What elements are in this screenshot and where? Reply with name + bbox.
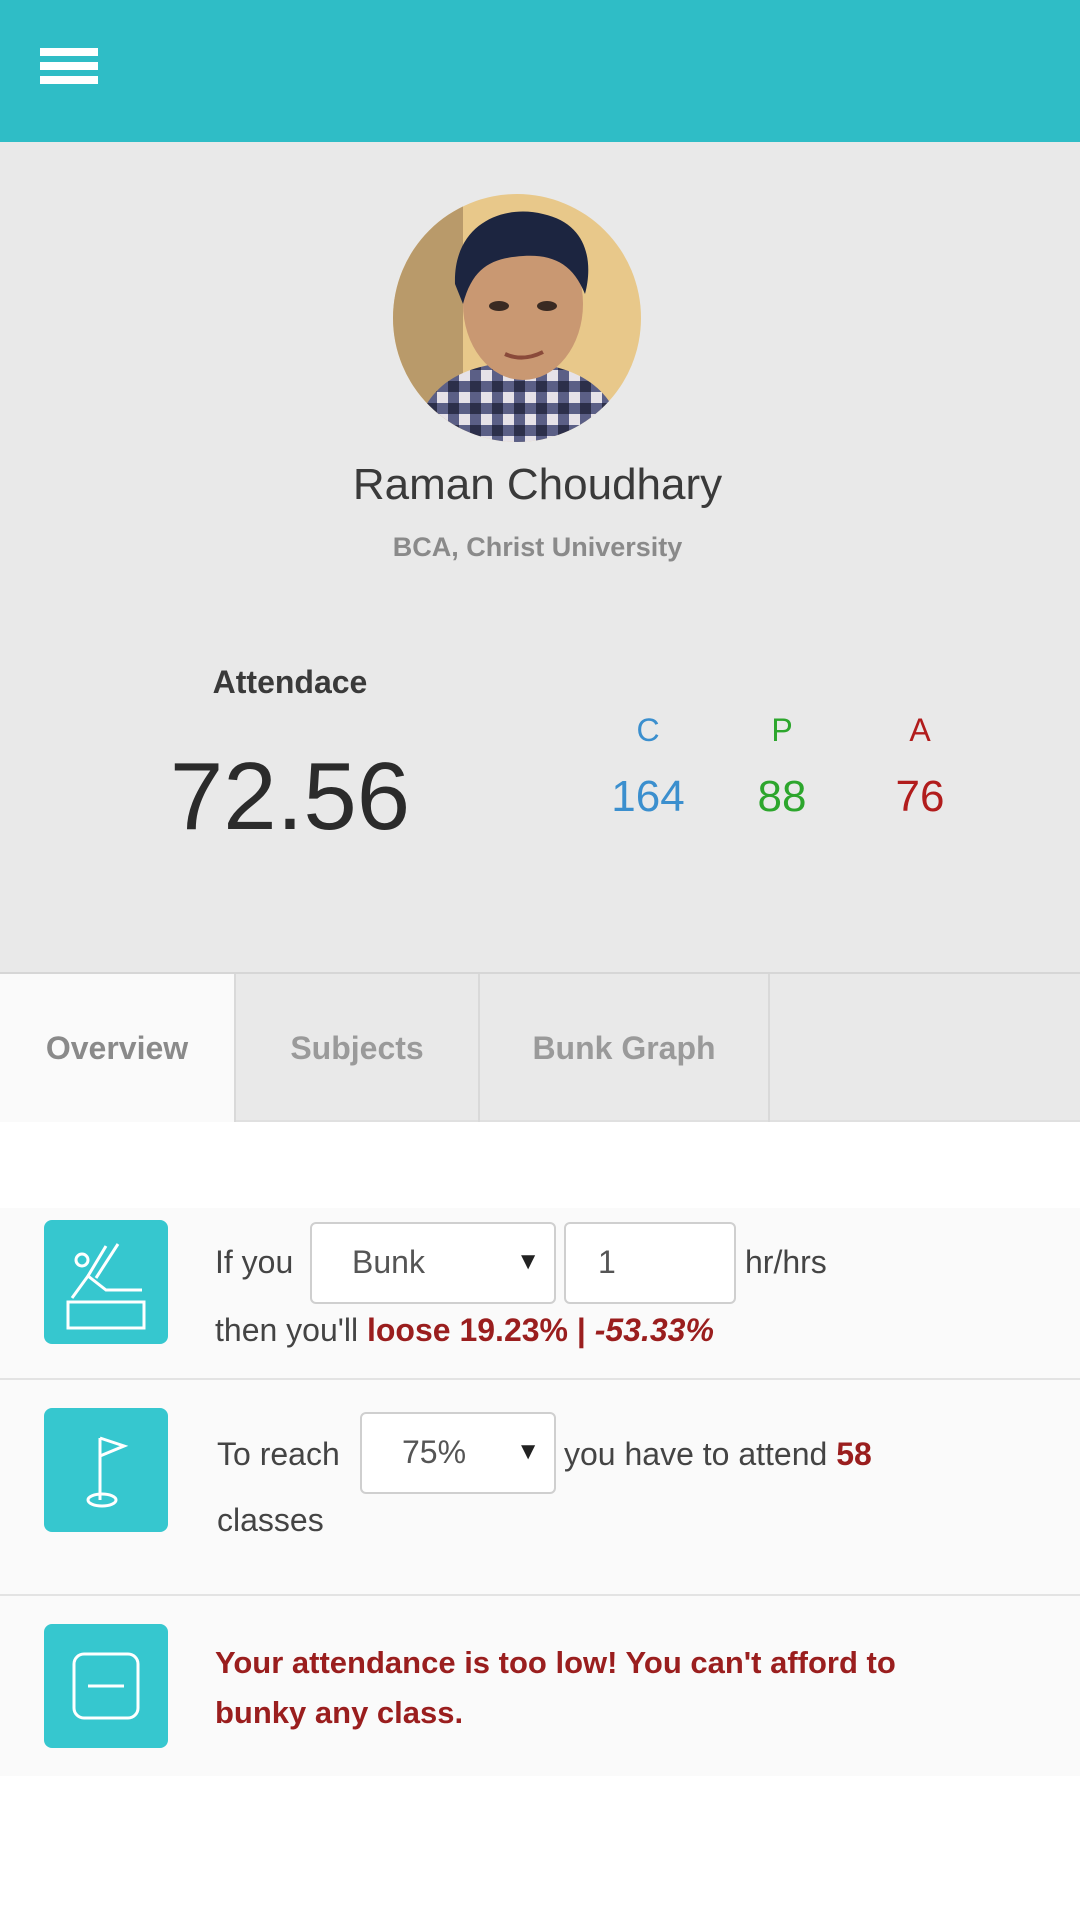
bunk-action-select[interactable]: Bunk ▼ (310, 1222, 556, 1304)
reach-middle-text: you have to attend (564, 1436, 828, 1472)
profile-subtitle: BCA, Christ University (392, 532, 683, 562)
stat-absent: A 76 (860, 712, 980, 822)
stat-conducted: C 164 (588, 712, 708, 822)
attendance-label: Attendace (212, 664, 368, 700)
tab-overview[interactable]: Overview (0, 974, 236, 1122)
tab-bar: Overview Subjects Bunk Graph (0, 972, 1080, 1122)
bunk-result: then you'll loose 19.23% | -53.33% (215, 1312, 714, 1349)
chevron-down-icon: ▼ (516, 1438, 540, 1465)
stat-absent-label: A (909, 712, 931, 748)
attendance-value: 72.56 (169, 743, 411, 850)
bunk-result-prefix: then you'll (215, 1312, 359, 1348)
bunk-result-value: loose 19.23% | (366, 1312, 586, 1348)
hours-unit: hr/hrs (745, 1244, 827, 1280)
bunk-prefix: If you (215, 1244, 294, 1280)
stat-present-value: 88 (757, 772, 807, 821)
reach-count: 58 (836, 1436, 872, 1472)
bunk-icon (44, 1220, 168, 1344)
stat-present-label: P (771, 712, 793, 748)
target-select[interactable]: 75% ▼ (360, 1412, 556, 1494)
tab-bunk-graph[interactable]: Bunk Graph (480, 974, 770, 1122)
minus-box-icon (44, 1624, 168, 1748)
profile-header: Raman Choudhary BCA, Christ University A… (0, 142, 1080, 972)
flag-icon (44, 1408, 168, 1532)
avatar (393, 194, 641, 442)
hours-input[interactable]: 1 (564, 1222, 736, 1304)
reach-prefix: To reach (217, 1436, 340, 1472)
bunk-result-alt: -53.33% (594, 1312, 714, 1348)
stat-conducted-label: C (636, 712, 660, 748)
stat-absent-value: 76 (895, 772, 945, 821)
stat-conducted-value: 164 (611, 772, 685, 821)
menu-icon[interactable] (38, 48, 102, 96)
warning-card: Your attendance is too low! You can't af… (0, 1596, 1080, 1776)
target-value: 75% (402, 1434, 467, 1470)
warning-message: Your attendance is too low! You can't af… (215, 1645, 896, 1730)
app-bar (0, 0, 1080, 142)
hours-value: 1 (598, 1244, 616, 1280)
reach-suffix: classes (217, 1502, 324, 1538)
reach-card: To reach 75% ▼ you have to attend 58 cla… (0, 1380, 1080, 1596)
reach-middle: you have to attend 58 (564, 1436, 872, 1473)
bunk-action-value: Bunk (352, 1244, 425, 1280)
tab-subjects[interactable]: Subjects (236, 974, 480, 1122)
profile-name: Raman Choudhary (352, 460, 723, 509)
stat-present: P 88 (722, 712, 842, 822)
chevron-down-icon: ▼ (516, 1248, 540, 1275)
bunk-card: If you Bunk ▼ 1 hr/hrs then you'll loose… (0, 1208, 1080, 1380)
